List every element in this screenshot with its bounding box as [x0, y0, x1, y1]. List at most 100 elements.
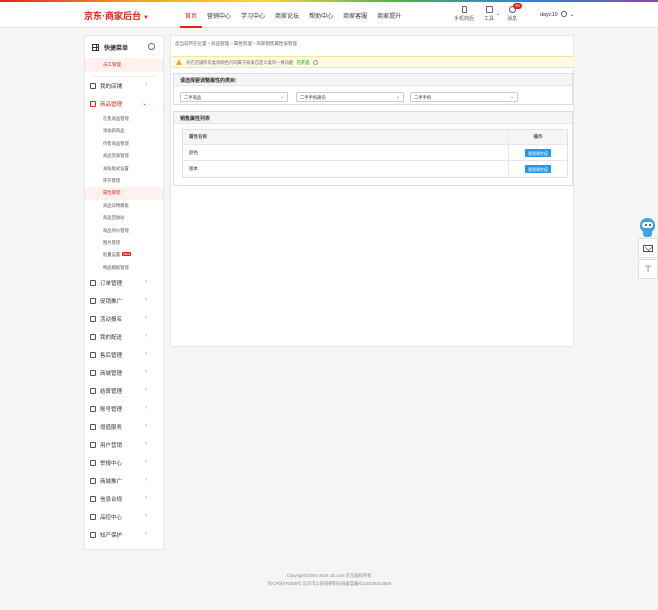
sidebar-subitem[interactable]: 商品详情模板: [85, 200, 163, 212]
chevron-right-icon: ›: [145, 315, 147, 322]
breadcrumb-separator: >: [230, 41, 233, 46]
sidebar-group[interactable]: 商品管理 ⌄: [85, 95, 163, 113]
sidebar-group[interactable]: 活动报名 ›: [85, 310, 163, 328]
nav-item[interactable]: 营销中心: [202, 0, 236, 28]
sidebar-group-label: 商城推广: [100, 479, 123, 486]
category-select-level3[interactable]: 二手手机 ⌄: [410, 92, 518, 102]
nav-item[interactable]: 首页: [180, 0, 203, 28]
attribute-name: 颜色: [183, 145, 509, 160]
user-menu[interactable]: dayc10 ⌄: [540, 11, 574, 18]
category-select-level1[interactable]: 二手商品 ⌄: [180, 92, 288, 102]
chevron-down-icon: ⌄: [569, 12, 575, 18]
gear-icon[interactable]: [148, 43, 155, 50]
sidebar-group[interactable]: 举报中心 ›: [85, 454, 163, 472]
attribute-card-title: 销售属性列表: [174, 112, 572, 124]
back-to-top-button[interactable]: ⊤: [638, 259, 658, 279]
sidebar-subitem[interactable]: 商品回收站: [85, 212, 163, 224]
notice-bar: 开启店铺所有类目颜色尺码属于商家自定义类目一致功能 已开启: [172, 56, 574, 68]
help-icon[interactable]: [312, 60, 318, 65]
notice-text: 开启店铺所有类目颜色尺码属于商家自定义类目一致功能: [186, 60, 294, 65]
sidebar-group[interactable]: 知产保护 ›: [85, 526, 163, 544]
manage-values-button[interactable]: 管理属性值: [525, 165, 551, 173]
chevron-right-icon: ›: [145, 369, 147, 376]
breadcrumb-item: 您当前所在位置: [175, 41, 207, 46]
breadcrumb: 您当前所在位置>商品管理>属性管理>商家销售属性值管理: [175, 41, 297, 47]
nav-item[interactable]: 商家客服: [338, 0, 372, 28]
nav-item[interactable]: 学习中心: [236, 0, 270, 28]
sidebar-group[interactable]: 用户营销 ›: [85, 436, 163, 454]
sidebar-group[interactable]: 订单管理 ›: [85, 274, 163, 292]
chevron-right-icon: ›: [145, 387, 147, 394]
table-row: 版本 管理属性值: [183, 161, 567, 177]
sidebar-subitem[interactable]: 特品模板管理: [85, 262, 163, 274]
shortcut-menu-header: 快捷菜单: [85, 36, 163, 58]
shortcut-staff-management[interactable]: 员工管理: [85, 58, 163, 72]
sidebar-group[interactable]: 信息合规 ›: [85, 490, 163, 508]
sidebar-group[interactable]: 账号管理 ›: [85, 400, 163, 418]
sidebar-subitem[interactable]: 待售商品管理: [85, 138, 163, 150]
sidebar-group-label: 售后管理: [100, 353, 123, 360]
main-panel: 您当前所在位置>商品管理>属性管理>商家销售属性值管理 开启店铺所有类目颜色尺码…: [170, 35, 574, 347]
report-icon: [90, 460, 96, 467]
breadcrumb-item[interactable]: 属性管理: [234, 41, 252, 46]
sidebar: 快捷菜单 员工管理 我的店铺 › 商品管理 ⌄ 在售商品管理 添加新商品 待售商品管理 商品…: [84, 35, 164, 550]
sidebar-subitem[interactable]: 关联版式设置: [85, 163, 163, 175]
sidebar-subitem[interactable]: 属性管理: [85, 187, 163, 200]
sidebar-group[interactable]: 增值服务 ›: [85, 418, 163, 436]
mobile-backend-button[interactable]: 手机商后: [454, 6, 474, 22]
sidebar-subitem[interactable]: 图片管理: [85, 237, 163, 249]
sidebar-group[interactable]: 促销推广 ›: [85, 292, 163, 310]
sidebar-subitem-label: 商品回收站: [103, 215, 125, 221]
notice-status-link[interactable]: 已开启: [297, 60, 310, 65]
sidebar-subitem-label: 图片管理: [103, 239, 121, 245]
chevron-right-icon: ›: [145, 477, 147, 484]
sidebar-group[interactable]: 商城管理 ›: [85, 364, 163, 382]
sidebar-subitem[interactable]: 批量设置 NEW: [85, 249, 163, 261]
tools-button[interactable]: 工具 ⌄: [484, 6, 500, 22]
manage-values-button[interactable]: 管理属性值: [525, 148, 551, 157]
sidebar-subitem[interactable]: 商品资质管理: [85, 150, 163, 162]
goods-submenu: 在售商品管理 添加新商品 待售商品管理 商品资质管理 关联版式设置 库存管理 属性管理 商品详…: [85, 113, 163, 274]
sidebar-group[interactable]: 我的店铺 ›: [85, 77, 163, 95]
mobile-icon: [461, 6, 467, 13]
service-icon: [90, 424, 96, 431]
mall-icon: [90, 370, 96, 377]
sales-attribute-card: 销售属性列表 属性名称 操作 颜色 管理属性值 版本 管理属性值: [173, 111, 573, 186]
sidebar-subitem[interactable]: 库存管理: [85, 175, 163, 187]
nav-item[interactable]: 帮助中心: [304, 0, 338, 28]
customer-service-robot-icon[interactable]: [638, 216, 658, 238]
account-icon: [90, 406, 96, 413]
sidebar-subitem[interactable]: 添加新商品: [85, 125, 163, 137]
sidebar-group[interactable]: 商城推广 ›: [85, 472, 163, 490]
nav-item[interactable]: 商家提升: [372, 0, 406, 28]
messages-button[interactable]: 99 消息: [507, 3, 522, 22]
sidebar-group[interactable]: 结算管理 ›: [85, 382, 163, 400]
sidebar-group[interactable]: 售后管理 ›: [85, 346, 163, 364]
sidebar-subitem-label: 特品模板管理: [103, 264, 129, 270]
chevron-right-icon: ›: [145, 297, 147, 304]
username: dayc10: [540, 12, 558, 18]
feedback-button[interactable]: [638, 238, 658, 258]
sidebar-group[interactable]: 我的配送 ›: [85, 328, 163, 346]
sidebar-group[interactable]: 品控中心 ›: [85, 508, 163, 526]
brand-logo[interactable]: 京东·商家后台 ▼: [84, 9, 149, 22]
main-nav: 首页 营销中心 学习中心 商家论坛 帮助中心 商家客服 商家提升: [180, 0, 406, 28]
tool-label: 工具: [484, 16, 495, 22]
column-header-name: 属性名称: [183, 130, 509, 144]
select-value: 二手手机: [414, 95, 432, 100]
chevron-right-icon: ›: [145, 459, 147, 466]
breadcrumb-item[interactable]: 商品管理: [211, 41, 229, 46]
mail-icon: [643, 244, 653, 252]
category-select-card: 请选择要调整属性的类目: 二手商品 ⌄ 二手手机通讯 ⌄ 二手手机 ⌄: [173, 73, 573, 105]
sidebar-group-label: 知产保护: [100, 533, 123, 540]
chevron-right-icon: ›: [145, 279, 147, 286]
nav-item[interactable]: 商家论坛: [270, 0, 304, 28]
aftersale-icon: [90, 352, 96, 359]
sidebar-subitem[interactable]: 在售商品管理: [85, 113, 163, 125]
sidebar-group-label: 我的店铺: [100, 84, 123, 90]
sidebar-subitem[interactable]: 商品评价管理: [85, 225, 163, 237]
sidebar-group-label: 促销推广: [100, 299, 123, 306]
user-icon: [560, 11, 567, 17]
category-select-level2[interactable]: 二手手机通讯 ⌄: [296, 92, 404, 102]
sidebar-group-label: 品控中心: [100, 515, 123, 522]
